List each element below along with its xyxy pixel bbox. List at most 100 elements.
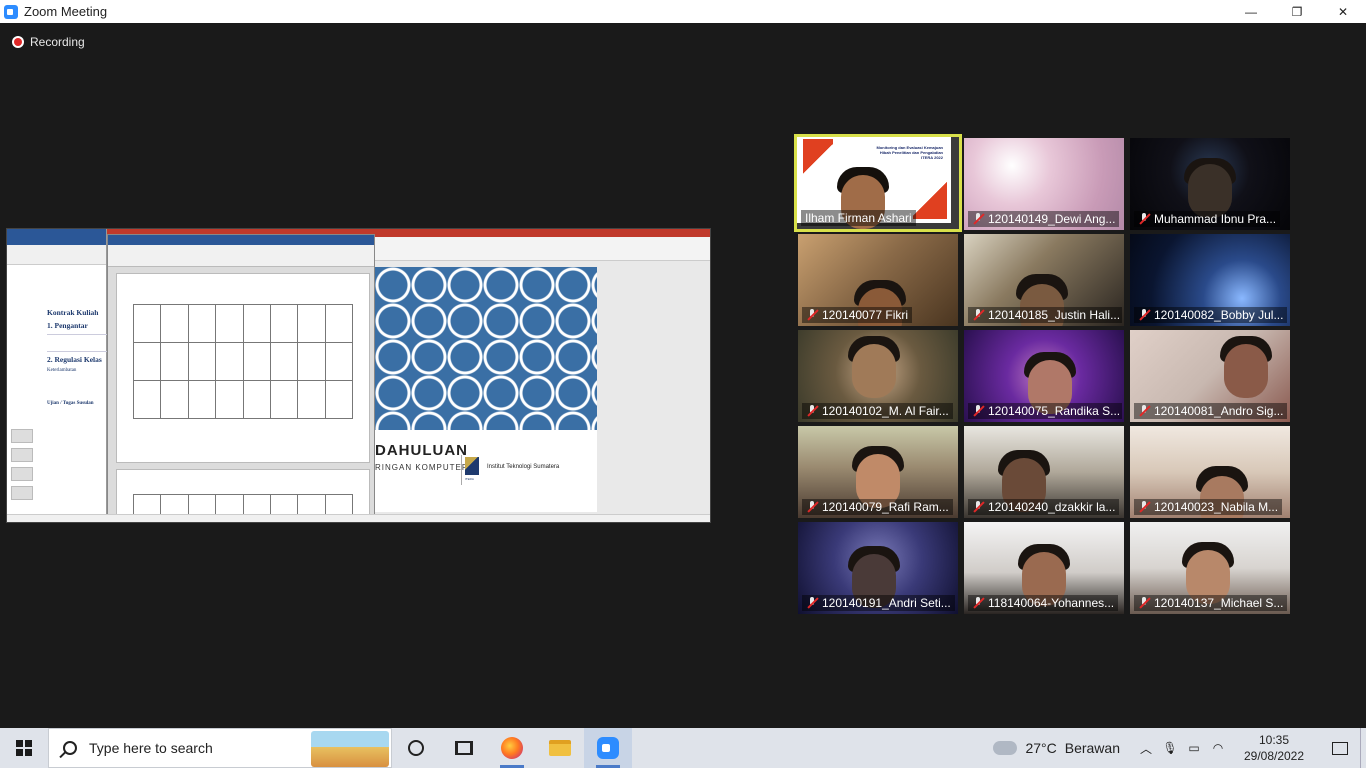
- shared-doc-text: Kontrak Kuliah 1. Pengantar 2. Regulasi …: [47, 305, 107, 408]
- participant-name-tag: 120140075_Randika S...: [968, 403, 1122, 419]
- muted-mic-icon: [806, 597, 818, 609]
- slide-logo-label: ITERA: [465, 477, 474, 481]
- recording-dot-icon: [12, 36, 24, 48]
- slide-subtitle: RINGAN KOMPUTER: [375, 463, 469, 472]
- table-page-1: [116, 273, 370, 463]
- start-button[interactable]: [0, 728, 48, 768]
- participant-tile[interactable]: 120140077 Fikri: [798, 234, 958, 326]
- muted-mic-icon: [1138, 597, 1150, 609]
- taskbar-zoom[interactable]: [584, 728, 632, 768]
- participant-name: 120140240_dzakkir la...: [988, 500, 1116, 514]
- participant-tile[interactable]: 120140149_Dewi Ang...: [964, 138, 1124, 230]
- windows-logo-icon: [16, 740, 32, 756]
- recording-label: Recording: [30, 35, 85, 49]
- participant-tile[interactable]: 120140082_Bobby Jul...: [1130, 234, 1290, 326]
- participant-tile[interactable]: 120140081_Andro Sig...: [1130, 330, 1290, 422]
- muted-mic-icon: [1138, 309, 1150, 321]
- system-tray: 27°C Berawan ︿ 🎙 ▭ ◠ 10:35 29/08/2022: [993, 728, 1366, 768]
- participant-name: Muhammad Ibnu Pra...: [1154, 212, 1277, 226]
- muted-mic-icon: [806, 501, 818, 513]
- participant-name-tag: 120140149_Dewi Ang...: [968, 211, 1120, 227]
- participant-name-tag: 120140081_Andro Sig...: [1134, 403, 1288, 419]
- participant-name: 120140023_Nabila M...: [1154, 500, 1279, 514]
- taskbar-firefox[interactable]: [488, 728, 536, 768]
- shared-status-bar: [7, 514, 710, 522]
- participant-name-tag: 118140064-Yohannes...: [968, 595, 1119, 611]
- muted-mic-icon: [1138, 213, 1150, 225]
- search-highlight-image[interactable]: [311, 731, 389, 767]
- wifi-icon[interactable]: ◠: [1206, 728, 1230, 768]
- participant-tile[interactable]: 120140023_Nabila M...: [1130, 426, 1290, 518]
- participant-name: 118140064-Yohannes...: [988, 596, 1115, 610]
- minimize-button[interactable]: —: [1228, 0, 1274, 23]
- doc-section-1: 1. Pengantar: [47, 321, 88, 331]
- notification-icon: [1332, 741, 1348, 755]
- participant-name-tag: 120140102_M. Al Fair...: [802, 403, 953, 419]
- muted-mic-icon: [806, 309, 818, 321]
- folder-icon: [549, 740, 571, 756]
- participant-name: 120140082_Bobby Jul...: [1154, 308, 1284, 322]
- participant-name: 120140191_Andri Seti...: [822, 596, 951, 610]
- slide-pattern: [375, 267, 597, 430]
- participant-tile-ilham[interactable]: Monitoring dan Evaluasi Kemajuan Hibah P…: [794, 134, 962, 232]
- weather-description[interactable]: Berawan: [1065, 740, 1120, 756]
- participant-tile[interactable]: 120140185_Justin Hali...: [964, 234, 1124, 326]
- taskbar: Type here to search 27°C Berawan ︿ 🎙 ▭ ◠…: [0, 728, 1366, 768]
- participant-tile[interactable]: 120140102_M. Al Fair...: [798, 330, 958, 422]
- shared-table-window: [107, 234, 375, 522]
- taskbar-search[interactable]: Type here to search: [48, 728, 392, 768]
- doc-section-2: 2. Regulasi Kelas: [47, 355, 102, 365]
- cloud-weather-icon[interactable]: [993, 741, 1018, 755]
- close-button[interactable]: ✕: [1320, 0, 1366, 23]
- doc-heading: Kontrak Kuliah: [47, 308, 99, 317]
- microphone-icon[interactable]: 🎙: [1158, 728, 1182, 768]
- participant-name-tag: 120140240_dzakkir la...: [968, 499, 1120, 515]
- participant-tile[interactable]: 118140064-Yohannes...: [964, 522, 1124, 614]
- shared-slide: DAHULUAN RINGAN KOMPUTER Institut Teknol…: [375, 267, 597, 512]
- participant-name: 120140081_Andro Sig...: [1154, 404, 1284, 418]
- shared-screen[interactable]: Kontrak Kuliah 1. Pengantar 2. Regulasi …: [6, 228, 711, 523]
- recording-indicator[interactable]: Recording: [12, 35, 85, 49]
- participant-name-tag: Muhammad Ibnu Pra...: [1134, 211, 1281, 227]
- show-desktop-button[interactable]: [1360, 728, 1366, 768]
- muted-mic-icon: [972, 597, 984, 609]
- participant-name: 120140079_Rafi Ram...: [822, 500, 949, 514]
- window-title: Zoom Meeting: [24, 4, 108, 19]
- participant-tile[interactable]: 120140191_Andri Seti...: [798, 522, 958, 614]
- participant-tile[interactable]: 120140079_Rafi Ram...: [798, 426, 958, 518]
- weather-temperature[interactable]: 27°C: [1025, 740, 1056, 756]
- participant-tile[interactable]: Muhammad Ibnu Pra...: [1130, 138, 1290, 230]
- cortana-button[interactable]: [392, 728, 440, 768]
- participant-tile[interactable]: 120140075_Randika S...: [964, 330, 1124, 422]
- search-placeholder: Type here to search: [89, 740, 213, 756]
- battery-icon[interactable]: ▭: [1182, 728, 1206, 768]
- muted-mic-icon: [972, 213, 984, 225]
- participant-banner-text: Monitoring dan Evaluasi Kemajuan Hibah P…: [876, 145, 943, 161]
- participant-tile[interactable]: 120140240_dzakkir la...: [964, 426, 1124, 518]
- itera-logo-icon: [465, 457, 479, 475]
- slide-institution: Institut Teknologi Sumatera: [487, 464, 560, 470]
- participant-name-tag: 120140079_Rafi Ram...: [802, 499, 953, 515]
- search-icon: [63, 741, 77, 755]
- participant-tile[interactable]: 120140137_Michael S...: [1130, 522, 1290, 614]
- participant-name: 120140102_M. Al Fair...: [822, 404, 949, 418]
- chevron-up-icon[interactable]: ︿: [1134, 728, 1158, 768]
- task-view-button[interactable]: [440, 728, 488, 768]
- window-controls: — ❐ ✕: [1228, 0, 1366, 23]
- muted-mic-icon: [972, 309, 984, 321]
- restore-button[interactable]: ❐: [1274, 0, 1320, 23]
- clock-date: 29/08/2022: [1243, 749, 1305, 763]
- participant-name: Ilham Firman Ashari: [805, 211, 912, 225]
- meeting-area: Recording Kontrak Kuliah 1. Pengantar 2.…: [0, 23, 1366, 728]
- participant-name-tag: 120140077 Fikri: [802, 307, 913, 323]
- zoom-app-icon: [4, 4, 18, 19]
- task-view-icon: [455, 741, 473, 755]
- taskbar-file-explorer[interactable]: [536, 728, 584, 768]
- muted-mic-icon: [972, 501, 984, 513]
- notification-button[interactable]: [1320, 728, 1360, 768]
- participant-name: 120140149_Dewi Ang...: [988, 212, 1116, 226]
- participant-name-tag: Ilham Firman Ashari: [801, 210, 916, 226]
- clock-time: 10:35: [1258, 732, 1290, 747]
- participant-name-tag: 120140137_Michael S...: [1134, 595, 1288, 611]
- taskbar-clock[interactable]: 10:35 29/08/2022: [1234, 732, 1314, 764]
